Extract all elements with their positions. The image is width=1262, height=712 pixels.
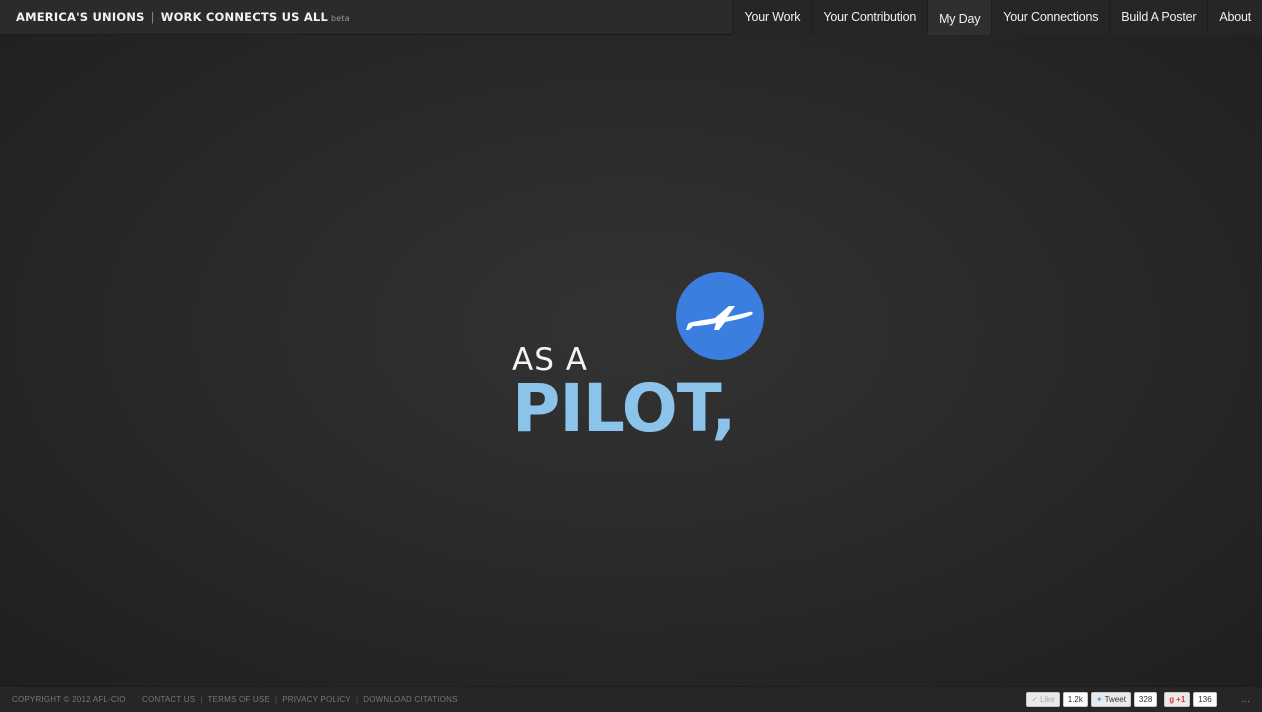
nav-your-contribution[interactable]: Your Contribution [811, 0, 928, 35]
main-nav: Your Work Your Contribution My Day Your … [732, 0, 1262, 35]
brand[interactable]: AMERICA'S UNIONS | WORK CONNECTS US ALL … [0, 10, 350, 24]
like-button[interactable]: ✓ Like [1026, 692, 1060, 707]
nav-your-work[interactable]: Your Work [732, 0, 812, 35]
google-plus-icon: g [1169, 695, 1175, 704]
nav-build-a-poster[interactable]: Build A Poster [1109, 0, 1208, 35]
hero: AS A PILOT, [512, 272, 772, 452]
footer-link-citations[interactable]: DOWNLOAD CITATIONS [363, 695, 457, 704]
twitter-bird-icon: ✦ [1095, 695, 1103, 704]
more-icon[interactable]: ... [1242, 694, 1250, 705]
airplane-icon [686, 306, 753, 330]
tweet-count: 328 [1133, 692, 1158, 707]
footer-link-contact[interactable]: CONTACT US [142, 695, 195, 704]
nav-about[interactable]: About [1207, 0, 1262, 35]
check-icon: ✓ [1031, 695, 1039, 704]
tweet-label: Tweet [1104, 695, 1126, 704]
airplane-badge [676, 272, 764, 360]
like-count: 1.2k [1062, 692, 1088, 707]
copyright: COPYRIGHT © 2012 AFL-CIO [12, 695, 126, 704]
gplus-count: 136 [1193, 692, 1217, 707]
top-bar: AMERICA'S UNIONS | WORK CONNECTS US ALL … [0, 0, 1262, 35]
tweet-button[interactable]: ✦ Tweet [1090, 692, 1131, 707]
beta-badge: beta [331, 14, 350, 23]
like-label: Like [1040, 695, 1055, 704]
brand-secondary: WORK CONNECTS US ALL [160, 10, 328, 24]
hero-role: PILOT, [512, 370, 736, 447]
gplus-button[interactable]: g +1 [1164, 692, 1191, 707]
social-buttons: ✓ Like 1.2k ✦ Tweet 328 g +1 136 ... [1026, 692, 1250, 707]
footer-link-privacy[interactable]: PRIVACY POLICY [282, 695, 351, 704]
nav-my-day[interactable]: My Day [927, 0, 992, 35]
nav-your-connections[interactable]: Your Connections [991, 0, 1110, 35]
footer: COPYRIGHT © 2012 AFL-CIO | CONTACT US | … [0, 686, 1262, 712]
brand-separator: | [150, 10, 155, 24]
footer-link-terms[interactable]: TERMS OF USE [208, 695, 270, 704]
footer-links: COPYRIGHT © 2012 AFL-CIO | CONTACT US | … [12, 695, 458, 704]
brand-primary: AMERICA'S UNIONS [16, 10, 145, 24]
gplus-label: +1 [1176, 695, 1186, 704]
